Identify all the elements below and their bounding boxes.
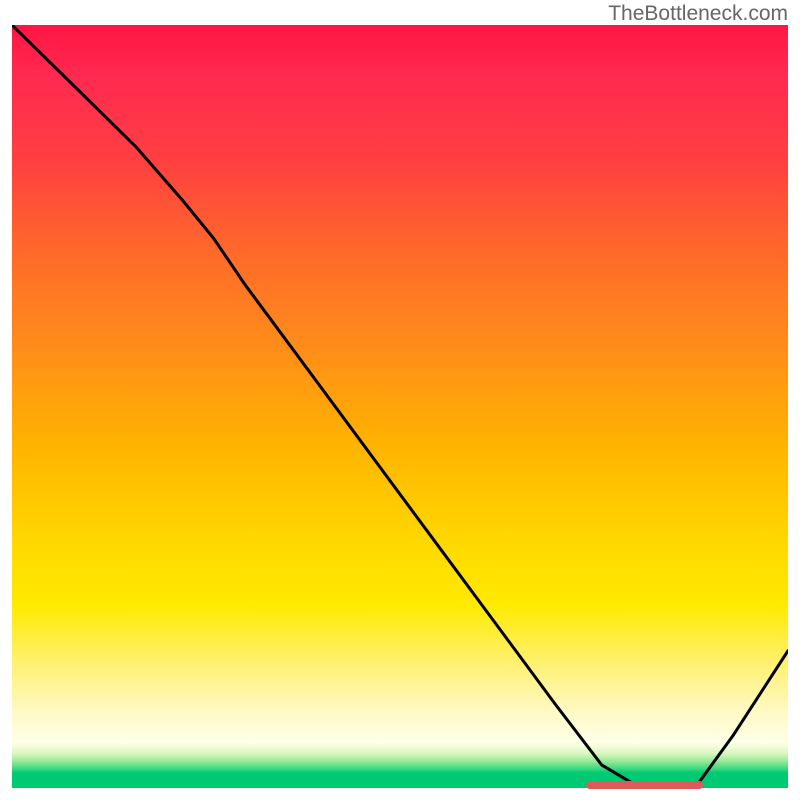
watermark-label: TheBottleneck.com: [608, 2, 788, 26]
plot-area: [12, 25, 788, 788]
chart-svg: [12, 25, 788, 788]
bottleneck-curve-line: [12, 25, 788, 788]
optimal-range-marker: [586, 781, 702, 789]
chart-container: TheBottleneck.com: [0, 0, 800, 800]
